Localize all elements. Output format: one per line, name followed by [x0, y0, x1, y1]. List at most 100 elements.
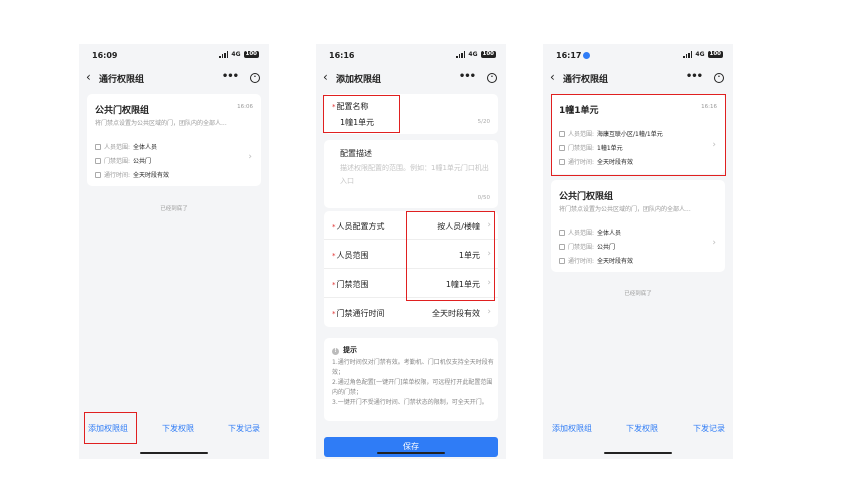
- door-icon: [559, 244, 565, 250]
- add-permission-group-button[interactable]: 添加权限组: [88, 423, 128, 434]
- card-description: 将门禁点设置为公共区域的门，团队内的全部人...: [95, 120, 227, 127]
- issue-permission-button[interactable]: 下发权限: [162, 423, 194, 434]
- person-icon: [559, 230, 565, 236]
- config-description-placeholder[interactable]: 描述权限配置的范围。例如：1幢1单元门口机出入口: [340, 162, 490, 188]
- bottom-action-bar: 添加权限组 下发权限 下发记录: [543, 423, 733, 437]
- permission-group-card-new[interactable]: 1幢1单元 16:16 人员范围: 海康互联小区/1幢/1单元 门禁范围: 1幢1单…: [551, 94, 725, 174]
- nav-bar: ‹ 添加权限组 ••• ·: [316, 70, 506, 86]
- home-indicator: [377, 452, 445, 454]
- pass-time-row: 通行时间: 全天时段有效: [95, 170, 169, 179]
- permission-group-card[interactable]: 公共门权限组 16:06 将门禁点设置为公共区域的门，团队内的全部人... 人员…: [87, 94, 261, 186]
- door-icon: [95, 158, 101, 164]
- more-icon[interactable]: •••: [222, 70, 239, 84]
- door-range-label: 门禁范围:: [568, 244, 595, 251]
- people-range-label: 人员范围:: [568, 131, 595, 138]
- door-range-row[interactable]: *门禁范围 1幢1单元 ›: [324, 269, 498, 298]
- chevron-right-icon: ›: [487, 307, 491, 317]
- door-range-row: 门禁范围: 公共门: [559, 242, 615, 251]
- nav-bar: ‹ 通行权限组 ••• ·: [79, 70, 269, 86]
- door-range-value: 1幢1单元: [597, 145, 623, 152]
- tips-title: ! 提示: [332, 345, 357, 355]
- save-button[interactable]: 保存: [324, 437, 498, 457]
- person-icon: [95, 144, 101, 150]
- people-range-row[interactable]: *人员范围 1单元 ›: [324, 240, 498, 269]
- page-title: 添加权限组: [336, 75, 382, 85]
- door-pass-time-row[interactable]: *门禁通行时间 全天时段有效 ›: [324, 298, 498, 327]
- phone-screen-permission-list: 16:09 4G 100 ‹ 通行权限组 ••• · 公共门权限组 16:06 …: [79, 44, 269, 459]
- more-icon[interactable]: •••: [459, 70, 476, 84]
- chevron-right-icon: ›: [712, 238, 716, 248]
- battery-icon: 100: [707, 51, 723, 58]
- config-description-label: 配置描述: [340, 149, 372, 158]
- issue-permission-button[interactable]: 下发权限: [626, 423, 658, 434]
- end-of-list-hint: 已经到底了: [160, 206, 188, 212]
- chevron-right-icon: ›: [248, 152, 252, 162]
- people-config-mode-label: 人员配置方式: [336, 222, 385, 231]
- back-icon[interactable]: ‹: [86, 70, 91, 84]
- door-range-row: 门禁范围: 公共门: [95, 156, 151, 165]
- close-icon[interactable]: ·: [714, 73, 724, 83]
- config-options-list: *人员配置方式 按人员/楼幢 › *人员范围 1单元 › *门禁范围 1幢1单元…: [324, 211, 498, 327]
- config-description-field[interactable]: 配置描述 描述权限配置的范围。例如：1幢1单元门口机出入口 0/50: [324, 140, 498, 208]
- network-label: 4G: [695, 51, 705, 58]
- door-range-value: 公共门: [597, 244, 616, 251]
- people-range-value: 全体人员: [133, 144, 158, 151]
- people-config-mode-row[interactable]: *人员配置方式 按人员/楼幢 ›: [324, 211, 498, 240]
- issue-records-button[interactable]: 下发记录: [693, 423, 725, 434]
- people-range-label: 人员范围:: [568, 230, 595, 237]
- phone-screen-permission-list-updated: 16:17 4G 100 ‹ 通行权限组 ••• · 1幢1单元 16:16 人…: [543, 44, 733, 459]
- network-label: 4G: [468, 51, 478, 58]
- tips-body: 1.通行时间仅对门禁有效。考勤机、门口机仅支持全天时段有效； 2.通过角色配置[…: [332, 358, 494, 408]
- pass-time-label: 通行时间:: [104, 172, 131, 179]
- tip-item: 1.通行时间仅对门禁有效。考勤机、门口机仅支持全天时段有效；: [332, 359, 494, 376]
- people-range-label: 人员范围:: [104, 144, 131, 151]
- back-icon[interactable]: ‹: [323, 70, 328, 84]
- config-name-count: 5/20: [477, 119, 490, 125]
- more-icon[interactable]: •••: [686, 70, 703, 84]
- status-time: 16:16: [329, 51, 355, 60]
- tips-panel: ! 提示 1.通行时间仅对门禁有效。考勤机、门口机仅支持全天时段有效； 2.通过角…: [324, 338, 498, 421]
- config-name-field[interactable]: *配置名称 1幢1单元 5/20: [324, 94, 498, 134]
- card-title: 1幢1单元: [559, 106, 599, 116]
- permission-group-card[interactable]: 公共门权限组 将门禁点设置为公共区域的门，团队内的全部人... 人员范围: 全体人…: [551, 180, 725, 272]
- status-bar: 16:17 4G 100: [543, 50, 733, 64]
- status-bar: 16:09 4G 100: [79, 50, 269, 64]
- required-mark: *: [332, 223, 336, 231]
- people-range-value: 全体人员: [597, 230, 622, 237]
- config-name-value[interactable]: 1幢1单元: [340, 117, 374, 128]
- people-range-row: 人员范围: 海康互联小区/1幢/1单元: [559, 129, 663, 138]
- page-title: 通行权限组: [563, 75, 609, 85]
- door-range-label: 门禁范围:: [568, 145, 595, 152]
- pass-time-row: 通行时间: 全天时段有效: [559, 157, 633, 166]
- people-config-mode-value: 按人员/楼幢: [437, 222, 480, 231]
- card-description: 将门禁点设置为公共区域的门，团队内的全部人...: [559, 206, 691, 213]
- issue-records-button[interactable]: 下发记录: [228, 423, 260, 434]
- pass-time-label: 通行时间:: [568, 258, 595, 265]
- required-mark: *: [332, 103, 336, 111]
- required-mark: *: [332, 310, 336, 318]
- status-bar: 16:16 4G 100: [316, 50, 506, 64]
- chevron-right-icon: ›: [487, 249, 491, 259]
- page-title: 通行权限组: [99, 75, 145, 85]
- close-icon[interactable]: ·: [250, 73, 260, 83]
- pass-time-value: 全天时段有效: [597, 258, 634, 265]
- signal-icon: [456, 51, 466, 58]
- location-icon: [583, 52, 591, 59]
- battery-icon: 100: [243, 51, 259, 58]
- people-range-value: 1单元: [458, 251, 480, 260]
- home-indicator: [604, 452, 672, 454]
- signal-icon: [219, 51, 229, 58]
- pass-time-value: 全天时段有效: [597, 159, 634, 166]
- tip-item: 2.通过角色配置[一键开门]菜单权限，可远程打开此配置范围内的门禁；: [332, 379, 493, 396]
- card-title: 公共门权限组: [95, 106, 150, 116]
- chevron-right-icon: ›: [712, 140, 716, 150]
- calendar-icon: [95, 172, 101, 178]
- calendar-icon: [559, 159, 565, 165]
- card-time: 16:06: [237, 104, 253, 110]
- door-range-value: 公共门: [133, 158, 152, 165]
- required-mark: *: [332, 281, 336, 289]
- add-permission-group-button[interactable]: 添加权限组: [552, 423, 592, 434]
- close-icon[interactable]: ·: [487, 73, 497, 83]
- back-icon[interactable]: ‹: [550, 70, 555, 84]
- people-range-label: 人员范围: [336, 251, 369, 260]
